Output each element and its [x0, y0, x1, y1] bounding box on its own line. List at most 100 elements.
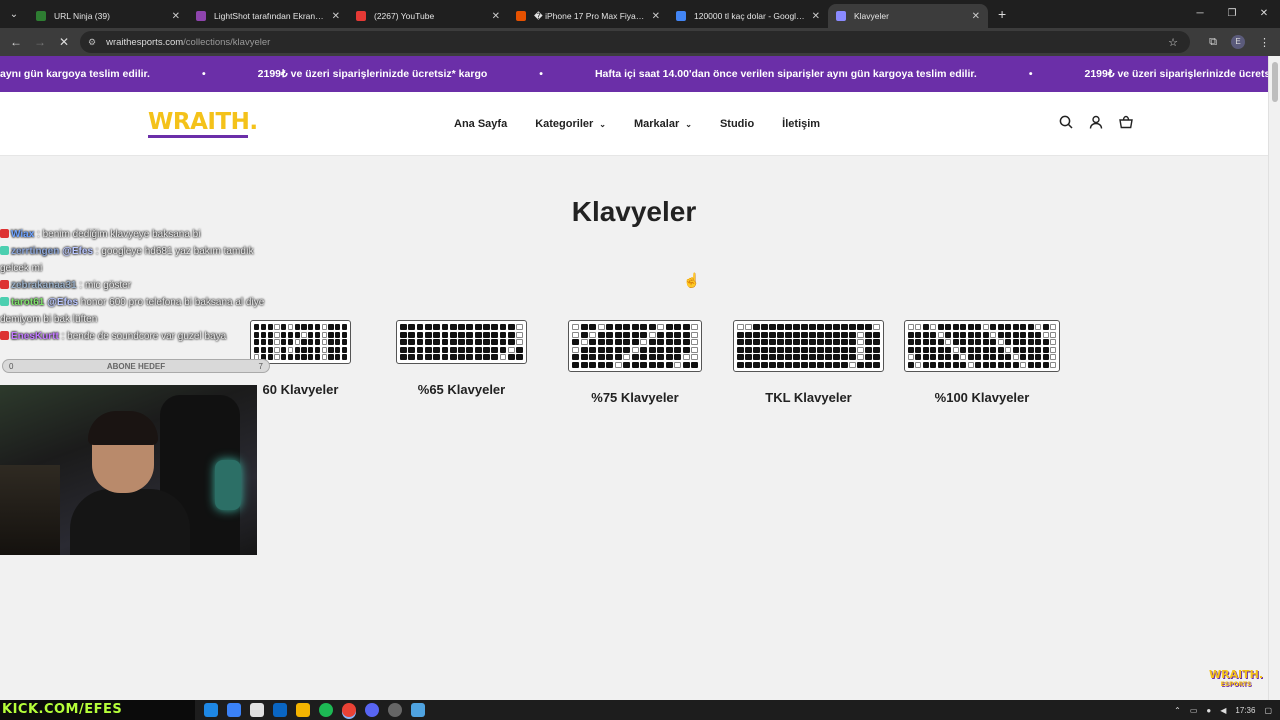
keyboard-key	[408, 354, 416, 360]
browser-tab[interactable]: � iPhone 17 Pro Max Fiyatları 2 ✕	[508, 4, 668, 28]
bookmark-star-icon[interactable]: ☆	[1168, 36, 1178, 49]
network-icon[interactable]: ▭	[1190, 706, 1198, 715]
keyboard-key	[507, 346, 515, 353]
keyboard-key	[416, 354, 424, 360]
browser-tab[interactable]: (2267) YouTube ✕	[348, 4, 508, 28]
tab-close-icon[interactable]: ✕	[172, 11, 180, 22]
mic-icon[interactable]: ●	[1206, 706, 1211, 715]
keyboard-key	[274, 331, 280, 338]
tab-close-icon[interactable]: ✕	[812, 11, 820, 22]
site-info-icon[interactable]: ⚙	[88, 37, 96, 48]
stop-loading-button[interactable]: ✕	[52, 35, 76, 49]
tab-search-button[interactable]: ⌄	[0, 0, 28, 28]
category-tkl[interactable]: TKL Klavyeler	[733, 320, 884, 405]
nav-link[interactable]: Kategoriler ⌄	[535, 118, 606, 130]
keyboard-key	[793, 346, 800, 353]
keyboard-key	[922, 324, 929, 330]
account-icon[interactable]	[1088, 114, 1104, 130]
keyboard-key	[648, 346, 656, 353]
profile-avatar[interactable]: E	[1231, 35, 1245, 49]
keyboard-key	[314, 339, 320, 345]
notifications-icon[interactable]: ▢	[1264, 706, 1272, 715]
tab-close-icon[interactable]: ✕	[492, 11, 500, 22]
explorer-icon[interactable]	[296, 703, 310, 717]
nav-link[interactable]: Markalar ⌄	[634, 118, 692, 130]
browser-tab[interactable]: URL Ninja (39) ✕	[28, 4, 188, 28]
tab-favicon-icon	[676, 11, 686, 21]
close-window-button[interactable]: ✕	[1248, 0, 1280, 28]
keyboard-key	[737, 331, 744, 338]
keyboard-key	[809, 324, 816, 330]
page-scrollbar[interactable]	[1268, 56, 1280, 700]
new-tab-button[interactable]: +	[998, 6, 1006, 22]
keyboard-key	[737, 354, 744, 360]
obs-icon[interactable]	[388, 703, 402, 717]
minimize-button[interactable]: ─	[1184, 0, 1216, 28]
chat-username: tarot61	[11, 297, 45, 308]
keyboard-key	[1012, 331, 1019, 338]
nav-link[interactable]: Studio	[720, 118, 754, 130]
cart-icon[interactable]	[1118, 114, 1134, 130]
keyboard-key	[648, 324, 656, 330]
site-logo[interactable]: WRAITH.	[148, 109, 258, 135]
keyboard-key	[745, 361, 752, 368]
keyboard-key	[314, 331, 320, 338]
tab-title: � iPhone 17 Pro Max Fiyatları 2	[534, 10, 646, 21]
keyboard-key	[857, 331, 864, 338]
keyboard-key	[499, 354, 507, 360]
nav-label: Studio	[719, 118, 755, 130]
keyboard-key	[997, 361, 1004, 368]
goal-end: 7	[258, 361, 263, 371]
tab-close-icon[interactable]: ✕	[332, 11, 340, 22]
keyboard-key	[491, 324, 499, 330]
tab-close-icon[interactable]: ✕	[652, 11, 660, 22]
clock[interactable]: 17:36	[1235, 706, 1255, 715]
keyboard-key	[424, 331, 432, 338]
category-75[interactable]: %75 Klavyeler	[568, 320, 702, 405]
outlook-icon[interactable]	[273, 703, 287, 717]
forward-button[interactable]: →	[28, 35, 52, 49]
search-icon[interactable]	[1058, 114, 1074, 130]
browser-tab[interactable]: Klavyeler ✕	[828, 4, 988, 28]
keyboard-key	[1050, 339, 1056, 345]
nav-link[interactable]: İletişim	[782, 118, 820, 130]
browser-tab[interactable]: 120000 tl kaç dolar - Google'da ✕	[668, 4, 828, 28]
scrollbar-thumb[interactable]	[1272, 62, 1278, 102]
discord-icon[interactable]	[365, 703, 379, 717]
category-100[interactable]: %100 Klavyeler	[904, 320, 1060, 405]
browser-tab[interactable]: LightShot tarafından Ekran Gör ✕	[188, 4, 348, 28]
copilot-icon[interactable]	[227, 703, 241, 717]
taskbar-apps	[204, 703, 425, 717]
nav-label: Markalar	[633, 118, 680, 130]
store-icon[interactable]	[250, 703, 264, 717]
keyboard-key	[960, 361, 967, 368]
keyboard-key	[915, 331, 922, 338]
edge-icon[interactable]	[204, 703, 218, 717]
chrome-menu-icon[interactable]: ⋮	[1259, 36, 1270, 49]
volume-icon[interactable]: ◀	[1220, 706, 1226, 715]
tab-favicon-icon	[36, 11, 46, 21]
keyboard-key	[665, 346, 673, 353]
nav-link[interactable]: Ana Sayfa	[454, 118, 507, 130]
chrome-icon[interactable]	[342, 703, 356, 717]
marquee-separator: •	[201, 68, 206, 80]
spotify-icon[interactable]	[319, 703, 333, 717]
keyboard-key	[908, 354, 914, 360]
keyboard-key	[640, 339, 647, 345]
keyboard-key	[915, 346, 922, 353]
address-bar[interactable]: ⚙ wraithesports.com/collections/klavyele…	[80, 31, 1190, 53]
app-icon[interactable]	[411, 703, 425, 717]
tab-close-icon[interactable]: ✕	[972, 11, 980, 22]
tray-chevron-icon[interactable]: ⌃	[1174, 706, 1181, 715]
keyboard-key	[761, 339, 768, 345]
extensions-icon[interactable]: ⧉	[1209, 36, 1217, 49]
restore-button[interactable]: ❐	[1216, 0, 1248, 28]
category-65[interactable]: %65 Klavyeler	[396, 320, 527, 397]
keyboard-key	[308, 346, 314, 353]
keyboard-key	[817, 354, 824, 360]
keyboard-key	[952, 331, 959, 338]
keyboard-key	[809, 354, 816, 360]
back-button[interactable]: ←	[4, 35, 28, 49]
keyboard-key	[915, 324, 922, 330]
keyboard-key	[945, 331, 952, 338]
